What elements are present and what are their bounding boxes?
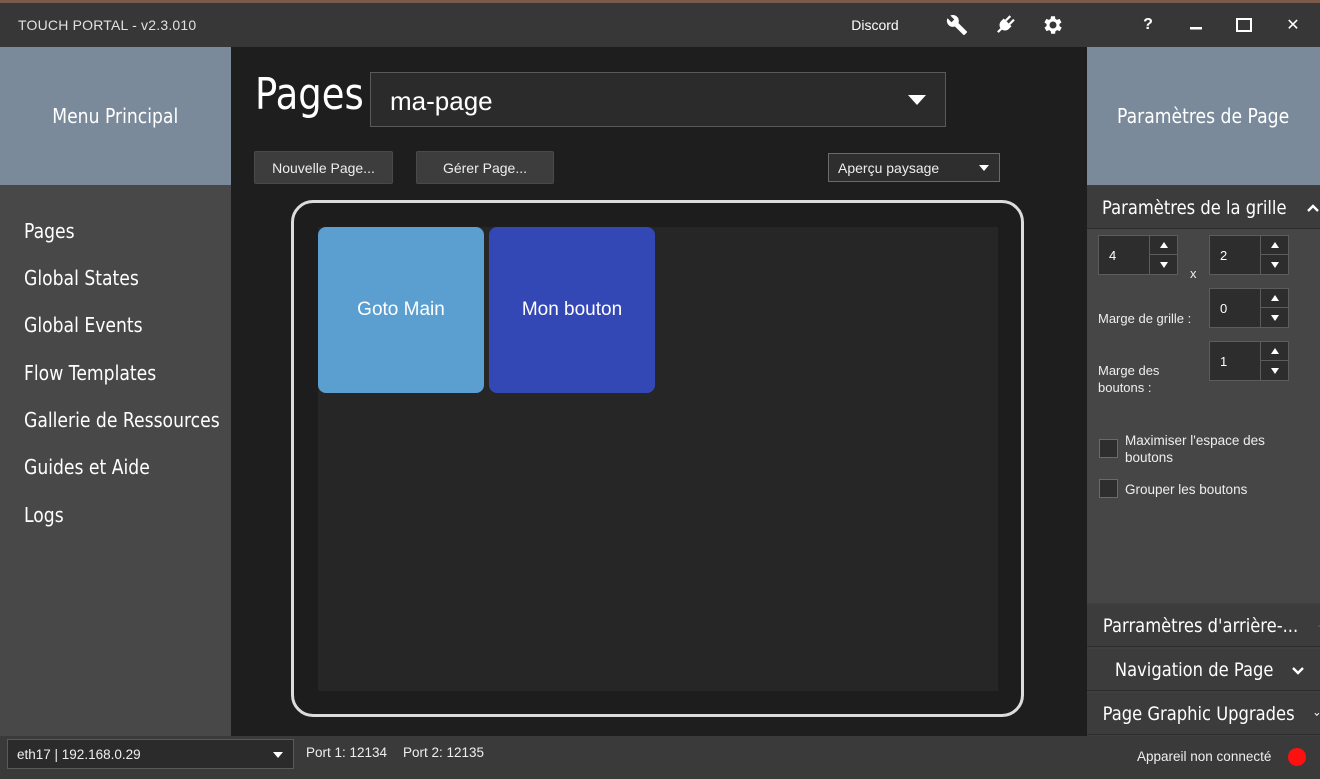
grid-button-goto-main[interactable]: Goto Main — [318, 227, 484, 393]
menu-header-label: Menu Principal — [52, 104, 179, 128]
nav-item-resource-gallery[interactable]: Gallerie de Ressources — [24, 408, 220, 432]
minimize-icon[interactable] — [1176, 3, 1216, 47]
page-dropdown[interactable]: ma-page — [370, 72, 946, 127]
graphic-upgrades-section[interactable]: Page Graphic Upgrades — [1087, 693, 1320, 735]
app-title: TOUCH PORTAL - v2.3.010 — [18, 17, 197, 33]
columns-value: 4 — [1109, 248, 1117, 263]
grid-settings-label: Paramètres de la grille — [1102, 196, 1287, 219]
nav-item-global-states[interactable]: Global States — [24, 266, 139, 290]
main-menu: Menu Principal Pages Global States Globa… — [0, 47, 231, 736]
button-margin-value: 1 — [1220, 354, 1228, 369]
network-interface-dropdown[interactable]: eth17 | 192.168.0.29 — [7, 739, 294, 769]
page-navigation-label: Navigation de Page — [1115, 658, 1274, 681]
chevron-down-icon — [1291, 666, 1304, 675]
grid-button-mon-bouton[interactable]: Mon bouton — [489, 227, 655, 393]
page-title: Pages — [255, 69, 364, 120]
chevron-up-icon — [1306, 203, 1319, 212]
page-dropdown-value: ma-page — [390, 86, 493, 116]
background-settings-section[interactable]: Parramètres d'arrière-... — [1087, 605, 1320, 647]
nav-item-logs[interactable]: Logs — [24, 503, 64, 527]
increment-icon[interactable] — [1261, 289, 1288, 308]
rows-value: 2 — [1220, 248, 1228, 263]
decrement-icon[interactable] — [1150, 255, 1177, 274]
pages-editor: Pages ma-page Nouvelle Page... Gérer Pag… — [231, 47, 1087, 736]
background-settings-label: Parramètres d'arrière-... — [1102, 614, 1299, 637]
discord-link[interactable]: Discord — [838, 3, 912, 47]
decrement-icon[interactable] — [1261, 361, 1288, 380]
page-settings-title: Paramètres de Page — [1117, 104, 1290, 128]
increment-icon[interactable] — [1261, 342, 1288, 361]
page-navigation-section[interactable]: Navigation de Page — [1087, 649, 1320, 691]
port-2-label: Port 2: 12135 — [403, 745, 485, 760]
chevron-down-icon — [908, 95, 926, 105]
increment-icon[interactable] — [1150, 236, 1177, 255]
port-1-label: Port 1: 12134 — [306, 745, 388, 760]
chevron-down-icon — [979, 165, 989, 171]
connection-status-text: Appareil non connecté — [1137, 749, 1272, 764]
graphic-upgrades-label: Page Graphic Upgrades — [1102, 702, 1295, 725]
button-margin-label: Marge des boutons : — [1098, 363, 1160, 395]
preview-orientation-dropdown[interactable]: Aperçu paysage — [828, 153, 1000, 182]
grid-times-label: x — [1190, 266, 1197, 281]
nav-item-pages[interactable]: Pages — [24, 219, 75, 243]
page-settings-panel: Paramètres de Page Paramètres de la gril… — [1087, 47, 1320, 736]
columns-stepper[interactable]: 4 — [1098, 235, 1178, 275]
maximize-space-label: Maximiser l'espace des boutons — [1125, 433, 1265, 465]
grid-margin-stepper[interactable]: 0 — [1209, 288, 1289, 328]
menu-header: Menu Principal — [0, 47, 231, 185]
preview-orientation-value: Aperçu paysage — [838, 160, 940, 176]
chevron-down-icon — [1314, 712, 1320, 716]
nav-item-global-events[interactable]: Global Events — [24, 313, 143, 337]
rows-stepper[interactable]: 2 — [1209, 235, 1289, 275]
decrement-icon[interactable] — [1261, 308, 1288, 327]
nav-item-guides[interactable]: Guides et Aide — [24, 455, 150, 479]
help-icon[interactable]: ? — [1128, 3, 1168, 47]
button-margin-stepper[interactable]: 1 — [1209, 341, 1289, 381]
maximize-icon[interactable] — [1224, 3, 1264, 47]
network-interface-value: eth17 | 192.168.0.29 — [17, 747, 141, 762]
increment-icon[interactable] — [1261, 236, 1288, 255]
plug-icon[interactable] — [985, 3, 1025, 47]
wrench-icon[interactable] — [937, 3, 977, 47]
grid-margin-value: 0 — [1220, 301, 1228, 316]
new-page-button[interactable]: Nouvelle Page... — [254, 151, 393, 184]
title-bar: TOUCH PORTAL - v2.3.010 Discord ? ✕ — [0, 0, 1320, 47]
maximize-space-checkbox[interactable] — [1099, 439, 1118, 458]
button-grid[interactable]: Goto Main Mon bouton — [318, 227, 998, 691]
close-icon[interactable]: ✕ — [1273, 3, 1313, 47]
manage-page-button[interactable]: Gérer Page... — [416, 151, 554, 184]
grid-settings-body: 4 x 2 Marge de grille : 0 Marge des bout… — [1087, 229, 1320, 603]
grid-margin-label: Marge de grille : — [1098, 311, 1192, 326]
grid-settings-section[interactable]: Paramètres de la grille — [1087, 187, 1320, 229]
status-bar: eth17 | 192.168.0.29 Port 1: 12134 Port … — [0, 736, 1320, 779]
chevron-down-icon — [273, 752, 283, 758]
group-buttons-label: Grouper les boutons — [1125, 482, 1248, 497]
group-buttons-checkbox[interactable] — [1099, 479, 1118, 498]
page-settings-header: Paramètres de Page — [1087, 47, 1320, 185]
connection-status-indicator — [1288, 748, 1306, 766]
device-preview: Goto Main Mon bouton — [291, 200, 1024, 717]
nav-item-flow-templates[interactable]: Flow Templates — [24, 361, 156, 385]
decrement-icon[interactable] — [1261, 255, 1288, 274]
gear-icon[interactable] — [1033, 3, 1073, 47]
